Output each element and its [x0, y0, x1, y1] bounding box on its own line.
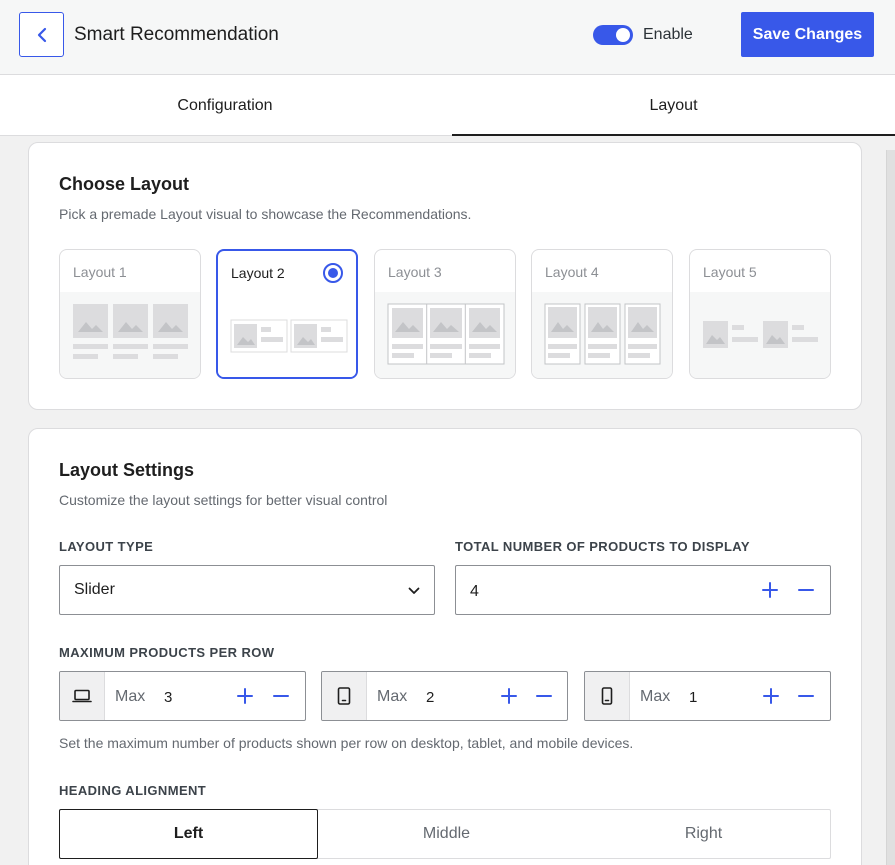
mobile-icon [601, 687, 613, 705]
laptop-icon [72, 689, 92, 703]
heading-alignment-label: HEADING ALIGNMENT [59, 783, 207, 798]
layout-5-preview [690, 292, 830, 378]
page-title: Smart Recommendation [74, 24, 279, 45]
tab-configuration[interactable]: Configuration [0, 75, 450, 136]
layout-5-illustration [703, 321, 818, 348]
choose-layout-title: Choose Layout [59, 174, 190, 194]
minus-icon [273, 695, 289, 697]
layout-1-preview [60, 292, 200, 378]
choose-layout-description: Pick a premade Layout visual to showcase… [59, 206, 472, 222]
layout-type-label: LAYOUT TYPE [59, 539, 154, 554]
layout-option-label: Layout 4 [545, 264, 599, 280]
mobile-max-value: 1 [689, 689, 698, 706]
plus-icon [237, 688, 253, 704]
decrement-button[interactable] [270, 685, 292, 707]
tablet-max-input[interactable]: Max 2 [321, 671, 568, 721]
increment-button[interactable] [498, 685, 520, 707]
enable-label: Enable [643, 26, 693, 43]
layout-option-label: Layout 1 [73, 264, 127, 280]
active-tab-indicator [452, 134, 895, 136]
tablet-max-value: 2 [426, 689, 435, 706]
layout-settings-card: Layout Settings Customize the layout set… [28, 428, 862, 865]
total-products-input[interactable]: 4 [455, 565, 831, 615]
alignment-right-option[interactable]: Right [575, 810, 832, 858]
decrement-button[interactable] [533, 685, 555, 707]
total-products-value: 4 [470, 583, 479, 600]
mobile-device-box [585, 672, 630, 720]
layout-4-preview [532, 292, 672, 378]
enable-toggle[interactable] [593, 25, 633, 45]
minus-icon [798, 589, 814, 591]
selected-radio-icon [323, 263, 343, 283]
layout-4-illustration [544, 303, 661, 365]
choose-layout-card: Choose Layout Pick a premade Layout visu… [28, 142, 862, 410]
layout-2-preview [218, 293, 356, 377]
layout-option-2[interactable]: Layout 2 [216, 249, 358, 379]
save-changes-button[interactable]: Save Changes [741, 12, 874, 57]
layout-option-3[interactable]: Layout 3 [374, 249, 516, 379]
max-per-row-label: MAXIMUM PRODUCTS PER ROW [59, 645, 275, 660]
alignment-middle-option[interactable]: Middle [318, 810, 575, 858]
layout-option-5[interactable]: Layout 5 [689, 249, 831, 379]
max-prefix: Max [115, 688, 146, 705]
chevron-left-icon [37, 27, 46, 42]
layout-option-label: Layout 2 [231, 265, 285, 281]
layout-settings-description: Customize the layout settings for better… [59, 492, 388, 508]
increment-button[interactable] [760, 685, 782, 707]
decrement-button[interactable] [795, 579, 817, 601]
plus-icon [762, 582, 778, 598]
layout-type-value: Slider [74, 581, 115, 598]
toggle-knob [616, 28, 630, 42]
minus-icon [536, 695, 552, 697]
layout-option-label: Layout 5 [703, 264, 757, 280]
scrollbar[interactable] [886, 150, 895, 865]
layout-option-label: Layout 3 [388, 264, 442, 280]
plus-icon [501, 688, 517, 704]
max-prefix: Max [640, 688, 671, 705]
tablet-device-box [322, 672, 367, 720]
back-button[interactable] [19, 12, 64, 57]
layout-option-4[interactable]: Layout 4 [531, 249, 673, 379]
tab-bar: Configuration Layout [0, 75, 895, 136]
decrement-button[interactable] [795, 685, 817, 707]
tab-layout[interactable]: Layout [452, 75, 895, 136]
layout-2-illustration [230, 319, 348, 353]
desktop-max-input[interactable]: Max 3 [59, 671, 306, 721]
desktop-max-value: 3 [164, 689, 173, 706]
mobile-max-input[interactable]: Max 1 [584, 671, 831, 721]
alignment-left-option[interactable]: Left [59, 809, 318, 859]
layout-option-1[interactable]: Layout 1 [59, 249, 201, 379]
top-bar: Smart Recommendation Enable Save Changes [0, 0, 895, 75]
tablet-icon [337, 687, 351, 705]
chevron-down-icon [408, 587, 420, 594]
layout-type-select[interactable]: Slider [59, 565, 435, 615]
increment-button[interactable] [234, 685, 256, 707]
desktop-device-box [60, 672, 105, 720]
max-prefix: Max [377, 688, 408, 705]
layout-3-preview [375, 292, 515, 378]
total-products-label: TOTAL NUMBER OF PRODUCTS TO DISPLAY [455, 539, 750, 554]
heading-alignment-control: Left Middle Right [59, 809, 831, 859]
increment-button[interactable] [759, 579, 781, 601]
layout-3-illustration [387, 303, 505, 365]
layout-settings-title: Layout Settings [59, 460, 195, 480]
layout-1-illustration [73, 304, 188, 359]
plus-icon [763, 688, 779, 704]
max-per-row-hint: Set the maximum number of products shown… [59, 735, 634, 751]
minus-icon [798, 695, 814, 697]
